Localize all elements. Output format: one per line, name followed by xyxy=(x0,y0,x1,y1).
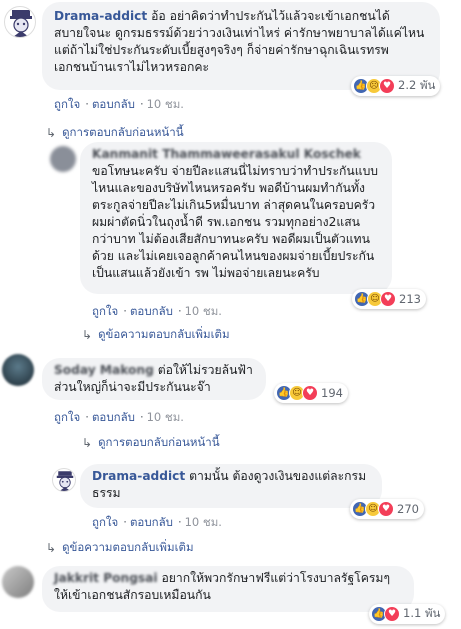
drama-addict-logo-icon xyxy=(10,10,32,37)
view-more-label[interactable]: ดูข้อความตอบกลับเพิ่มเติม xyxy=(98,326,229,344)
view-more-replies[interactable]: ↳ ดูข้อความตอบกลับเพิ่มเติม xyxy=(46,539,194,557)
avatar[interactable] xyxy=(2,566,34,598)
comment-author[interactable]: Drama-addict xyxy=(92,469,185,483)
avatar[interactable] xyxy=(2,354,34,386)
reaction-summary[interactable]: 👍 ☺ ♥ 194 xyxy=(274,383,348,403)
timestamp[interactable]: 10 ชม. xyxy=(147,410,184,424)
view-more-label[interactable]: ดูการตอบกลับก่อนหน้านี้ xyxy=(98,434,220,452)
reaction-summary[interactable]: 👍 ☹ ♥ 2.2 พัน xyxy=(351,76,441,96)
comment-bubble: Drama-addict ตามนั้น ต้องดูวงเงินของแต่ล… xyxy=(80,464,382,508)
comment-author[interactable]: Jakkrit Pongsai xyxy=(54,571,158,585)
love-icon: ♥ xyxy=(378,501,394,517)
timestamp[interactable]: 10 ชม. xyxy=(185,515,222,529)
like-link[interactable]: ถูกใจ xyxy=(92,515,118,529)
reply-arrow-icon: ↳ xyxy=(46,541,57,555)
view-more-label[interactable]: ดูการตอบกลับก่อนหน้านี้ xyxy=(62,124,184,142)
reaction-summary[interactable]: 👍 ☺ ♥ 270 xyxy=(350,499,424,519)
timestamp[interactable]: 10 ชม. xyxy=(185,304,222,318)
view-more-replies[interactable]: ↳ ดูข้อความตอบกลับเพิ่มเติม xyxy=(82,326,230,344)
separator: · xyxy=(139,410,144,424)
avatar[interactable] xyxy=(52,468,76,492)
reply-link[interactable]: ตอบกลับ xyxy=(92,97,135,111)
comment-bubble: Kanmanit Thammaweerasakul Koschek ขอโทษน… xyxy=(80,142,392,294)
reply-arrow-icon: ↳ xyxy=(82,328,93,342)
separator: · xyxy=(139,97,144,111)
timestamp[interactable]: 10 ชม. xyxy=(147,97,184,111)
separator: · xyxy=(177,304,182,318)
reply-arrow-icon: ↳ xyxy=(82,436,93,450)
separator: · xyxy=(85,97,89,111)
separator: · xyxy=(123,304,127,318)
comment-author[interactable]: Soday Makong xyxy=(54,363,154,377)
reaction-count: 270 xyxy=(397,502,419,516)
reply-link[interactable]: ตอบกลับ xyxy=(92,410,135,424)
drama-addict-logo-icon xyxy=(56,471,74,491)
comment-author[interactable]: Kanmanit Thammaweerasakul Koschek xyxy=(92,147,361,161)
comment-bubble: Soday Makong ต่อให้ไม่รวยล้นฟ้า ส่วนใหญ่… xyxy=(42,358,266,400)
view-previous-replies[interactable]: ↳ ดูการตอบกลับก่อนหน้านี้ xyxy=(46,124,184,142)
view-previous-replies[interactable]: ↳ ดูการตอบกลับก่อนหน้านี้ xyxy=(82,434,220,452)
love-icon: ♥ xyxy=(384,606,400,622)
comment-author[interactable]: Drama-addict xyxy=(54,9,147,23)
reaction-summary[interactable]: 👍 ☺ ♥ 213 xyxy=(352,289,426,309)
reaction-summary[interactable]: 👍 ♥ 1.1 พัน xyxy=(369,604,446,624)
comment-actions: ถูกใจ · ตอบกลับ · 10 ชม. xyxy=(54,409,186,427)
separator: · xyxy=(123,515,127,529)
love-icon: ♥ xyxy=(380,291,396,307)
separator: · xyxy=(177,515,182,529)
reply-arrow-icon: ↳ xyxy=(46,126,57,140)
comment-actions: ถูกใจ · ตอบกลับ · 10 ชม. xyxy=(92,514,224,532)
comment-bubble: Jakkrit Pongsai อยากให้พวกรักษาฟรีแต่ว่า… xyxy=(42,566,414,612)
like-link[interactable]: ถูกใจ xyxy=(54,97,80,111)
love-icon: ♥ xyxy=(302,385,318,401)
like-link[interactable]: ถูกใจ xyxy=(54,410,80,424)
reaction-count: 2.2 พัน xyxy=(398,78,436,92)
avatar[interactable] xyxy=(4,6,36,38)
reply-link[interactable]: ตอบกลับ xyxy=(130,304,173,318)
separator: · xyxy=(85,410,89,424)
reaction-count: 194 xyxy=(321,386,343,400)
like-link[interactable]: ถูกใจ xyxy=(92,304,118,318)
reaction-count: 213 xyxy=(399,292,421,306)
comment-actions: ถูกใจ · ตอบกลับ · 10 ชม. xyxy=(92,303,224,321)
avatar[interactable] xyxy=(50,146,76,172)
comment-actions: ถูกใจ · ตอบกลับ · 10 ชม. xyxy=(54,96,186,114)
comment-text: ขอโทษนะครับ จ่ายปีละแสนนี่ไม่ทราบว่าทำปร… xyxy=(92,164,379,280)
reaction-count: 1.1 พัน xyxy=(403,606,441,620)
love-icon: ♥ xyxy=(379,78,395,94)
view-more-label[interactable]: ดูข้อความตอบกลับเพิ่มเติม xyxy=(62,539,193,557)
reply-link[interactable]: ตอบกลับ xyxy=(130,515,173,529)
